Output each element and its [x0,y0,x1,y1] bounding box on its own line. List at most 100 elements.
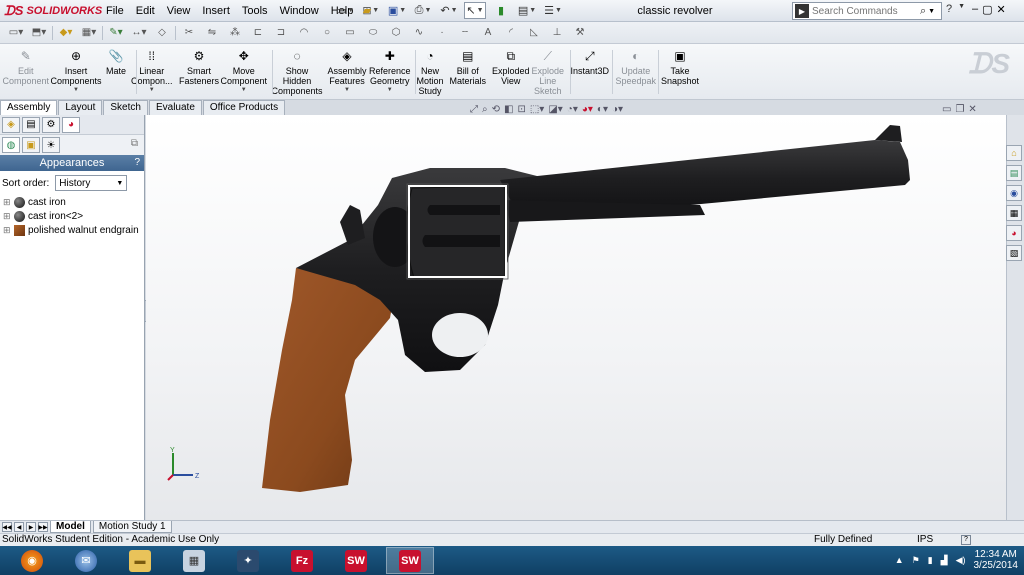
expand-icon[interactable]: ⊞ [3,211,11,222]
design-library-icon[interactable]: ▤ [1006,165,1022,181]
edit-component-button[interactable]: ✎ Edit Component [3,48,50,86]
tab-motion-study-1[interactable]: Motion Study 1 [92,521,172,533]
tree-item[interactable]: ⊞ cast iron [3,196,144,209]
battery-icon[interactable]: ▮ [928,555,933,566]
layers-icon[interactable]: ▦▾ [79,25,99,41]
fillet-icon[interactable]: ◜ [501,25,521,41]
open-button[interactable]: ▰ ▼ [360,2,382,19]
centerline-icon[interactable]: ┄ [455,25,475,41]
next-tab-icon[interactable]: ▶ [26,522,36,532]
menu-file[interactable]: File [100,4,130,18]
taskbar-solidworks-active[interactable]: SW [386,547,434,574]
taskbar-firefox[interactable]: ◉ [8,547,56,574]
prev-tab-icon[interactable]: ◀ [14,522,24,532]
bill-of-materials-button[interactable]: ▤ Bill of Materials [450,48,487,86]
polygon-icon[interactable]: ⬡ [386,25,406,41]
expand-icon[interactable]: ⊞ [3,197,11,208]
new-document-button[interactable]: ▭ ▼ [334,2,356,19]
explode-line-sketch-button[interactable]: ⟋ Explode Line Sketch [532,48,565,96]
options-button[interactable]: ☰ ▼ [542,2,564,19]
select-button[interactable]: ↖ ▼ [464,2,486,19]
section-view-icon[interactable]: ◧ [504,104,513,115]
mate-button[interactable]: 📎 Mate [106,48,126,76]
viewport-close-icon[interactable]: ✕ [968,104,976,115]
tab-layout[interactable]: Layout [58,100,103,115]
property-manager-tab[interactable]: ▤ [22,116,40,133]
chevron-down-icon[interactable]: ▼ [241,86,247,94]
close-icon[interactable]: ✕ [997,3,1006,16]
decals-subtab[interactable]: ▣ [22,137,40,153]
search-input[interactable] [812,5,920,17]
edit-appearance-icon[interactable]: ◕▾ [582,104,593,115]
save-button[interactable]: ▣ ▼ [386,2,408,19]
scene-subtab[interactable]: ☀ [42,137,60,153]
new-part-icon[interactable]: ▭▾ [6,25,26,41]
file-explorer-icon[interactable]: ◉ [1006,185,1022,201]
help-dropdown-icon[interactable]: ▼ [958,3,965,15]
zoom-area-icon[interactable]: ⌕ [482,104,488,115]
configuration-manager-tab[interactable]: ⚙ [42,116,60,133]
apply-scene-icon[interactable]: ◐▾ [597,104,608,115]
chevron-down-icon[interactable]: ▼ [73,86,79,94]
tab-office-products[interactable]: Office Products [202,100,286,115]
instant3d-button[interactable]: ⤢ Instant3D [571,48,610,76]
search-dropdown-icon[interactable]: ▼ [928,8,935,15]
tab-assembly[interactable]: Assembly [0,100,58,115]
tree-item[interactable]: ⊞ polished walnut endgrain [3,224,144,237]
appearance-icon[interactable]: ◆▾ [56,25,76,41]
component-icon[interactable]: ⬒▾ [29,25,49,41]
update-speedpak-button[interactable]: ◐ Update Speedpak [616,48,657,86]
taskbar-solidworks[interactable]: SW [332,547,380,574]
volume-icon[interactable]: ◀) [956,555,966,566]
convert-icon[interactable]: ⊐ [271,25,291,41]
show-hidden-components-button[interactable]: ◌ Show Hidden Components [272,48,323,96]
move-component-button[interactable]: ✥ Move Component ▼ [221,48,268,94]
revolver-model[interactable] [146,115,1006,520]
menu-insert[interactable]: Insert [196,4,236,18]
network-icon[interactable]: ▟ [941,555,948,566]
menu-edit[interactable]: Edit [130,4,161,18]
unit-system-selector[interactable]: IPS [917,534,933,546]
revolver-cylinder[interactable] [406,185,506,279]
trim-icon[interactable]: ✂ [179,25,199,41]
reference-triad[interactable]: Y Z [165,445,205,485]
reference-geometry-button[interactable]: ✚ Reference Geometry ▼ [369,48,411,94]
print-button[interactable]: ⎙ ▼ [412,2,434,19]
take-snapshot-button[interactable]: ▣ Take Snapshot [661,48,699,86]
hide-show-items-icon[interactable]: ◔▾ [567,104,578,115]
appearances-subtab[interactable]: ◍ [2,137,20,153]
point-icon[interactable]: · [432,25,452,41]
tab-evaluate[interactable]: Evaluate [148,100,202,115]
view-orientation-icon[interactable]: ⬚▾ [530,104,544,115]
minimize-icon[interactable]: – [972,3,978,16]
slot-icon[interactable]: ⬭ [363,25,383,41]
taskbar-netbeans[interactable]: ✦ [224,547,272,574]
dynamic-annotation-icon[interactable]: ⊡ [517,104,525,115]
taskbar-clock[interactable]: 12:34 AM 3/25/2014 [974,549,1019,571]
custom-properties-icon[interactable]: ▧ [1006,245,1022,261]
appearances-scenes-icon[interactable]: ◕ [1006,225,1022,241]
new-motion-study-button[interactable]: ◔ New Motion Study [417,48,444,96]
linear-component-pattern-button[interactable]: ⁞⁞ Linear Compon... ▼ [131,48,173,94]
chamfer-icon[interactable]: ◺ [524,25,544,41]
zoom-to-fit-icon[interactable]: ⤢ [470,104,478,115]
panel-options-icon[interactable]: ⧉ [131,138,138,149]
menu-tools[interactable]: Tools [236,4,274,18]
previous-view-icon[interactable]: ⟲ [492,104,500,115]
arc-icon[interactable]: ◠ [294,25,314,41]
last-tab-icon[interactable]: ▶▶ [38,522,48,532]
resources-icon[interactable]: ⌂ [1006,145,1022,161]
search-icon[interactable]: ⌕ [920,5,926,18]
insert-components-button[interactable]: ⊕ Insert Components ▼ [51,48,102,94]
exploded-view-button[interactable]: ⧉ Exploded View [492,48,530,86]
tree-item[interactable]: ⊞ cast iron<2> [3,210,144,223]
mirror-icon[interactable]: ⇋ [202,25,222,41]
expand-icon[interactable]: ⊞ [3,225,11,236]
chevron-down-icon[interactable]: ▼ [344,86,350,94]
tab-sketch[interactable]: Sketch [103,100,148,115]
help-icon[interactable]: ? [134,155,140,171]
taskbar-file-explorer[interactable]: ▬ [116,547,164,574]
file-properties-button[interactable]: ▤ ▼ [516,2,538,19]
relations-icon[interactable]: ⊥ [547,25,567,41]
view-settings-icon[interactable]: ◑▾ [612,104,623,115]
